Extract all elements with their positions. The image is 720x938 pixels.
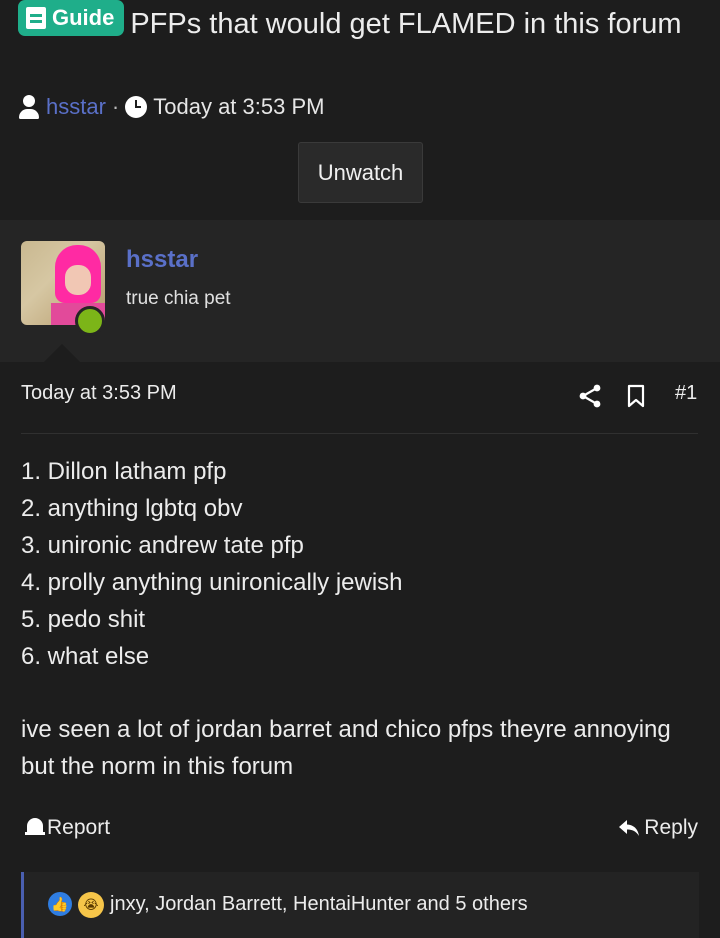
message-arrow <box>44 344 80 362</box>
reply-label: Reply <box>644 816 698 839</box>
thread-header: Guide PFPs that would get FLAMED in this… <box>0 0 720 220</box>
thread-title: PFPs that would get FLAMED in this forum <box>130 8 682 40</box>
post-date[interactable]: Today at 3:53 PM <box>21 382 177 405</box>
post-username[interactable]: hsstar <box>126 246 198 274</box>
post-number-link[interactable]: #1 <box>675 382 697 405</box>
list-item: 3. unironic andrew tate pfp <box>21 532 304 559</box>
list-item: 4. prolly anything unironically jewish <box>21 569 403 596</box>
bookmark-icon[interactable] <box>627 384 645 408</box>
share-icon[interactable] <box>578 384 602 408</box>
document-icon <box>26 7 46 29</box>
thread-meta: hsstar · Today at 3:53 PM <box>18 92 324 122</box>
post-paragraph: ive seen a lot of jordan barret and chic… <box>21 716 671 780</box>
post-list: 1. Dillon latham pfp 2. anything lgbtq o… <box>21 453 701 675</box>
post-divider <box>21 433 698 434</box>
list-item: 2. anything lgbtq obv <box>21 495 243 522</box>
like-icon: 👍 <box>48 892 72 916</box>
bell-icon <box>25 817 45 839</box>
meta-separator: · <box>111 94 120 119</box>
list-item: 5. pedo shit <box>21 606 146 633</box>
reply-arrow-icon <box>619 820 640 836</box>
thread-date[interactable]: Today at 3:53 PM <box>153 94 324 120</box>
report-label: Report <box>47 816 111 839</box>
crying-face-icon: 😭 <box>78 892 104 918</box>
reactions-list[interactable]: jnxy, Jordan Barrett, HentaiHunter and 5… <box>110 893 528 916</box>
online-status-indicator <box>75 306 105 336</box>
user-title: true chia pet <box>126 288 231 309</box>
guide-prefix-badge[interactable]: Guide <box>18 0 125 36</box>
unwatch-button[interactable]: Unwatch <box>298 142 423 203</box>
reactions-bar[interactable]: 👍 😭 jnxy, Jordan Barrett, HentaiHunter a… <box>21 872 699 938</box>
report-button[interactable]: Report <box>25 816 110 840</box>
reply-button[interactable]: Reply <box>618 816 698 840</box>
post-body: 1. Dillon latham pfp 2. anything lgbtq o… <box>21 453 701 785</box>
post-user-block: hsstar true chia pet <box>0 220 720 362</box>
list-item: 6. what else <box>21 643 150 670</box>
avatar-face <box>65 265 91 295</box>
thread-author-link[interactable]: hsstar <box>46 94 106 120</box>
thread-title-wrap: Guide PFPs that would get FLAMED in this… <box>18 0 708 46</box>
prefix-label: Guide <box>52 5 115 30</box>
post-header: Today at 3:53 PM #1 <box>0 362 720 434</box>
post-actions: Report Reply <box>0 810 720 850</box>
user-icon <box>18 95 40 119</box>
clock-icon <box>125 96 148 118</box>
list-item: 1. Dillon latham pfp <box>21 458 227 485</box>
